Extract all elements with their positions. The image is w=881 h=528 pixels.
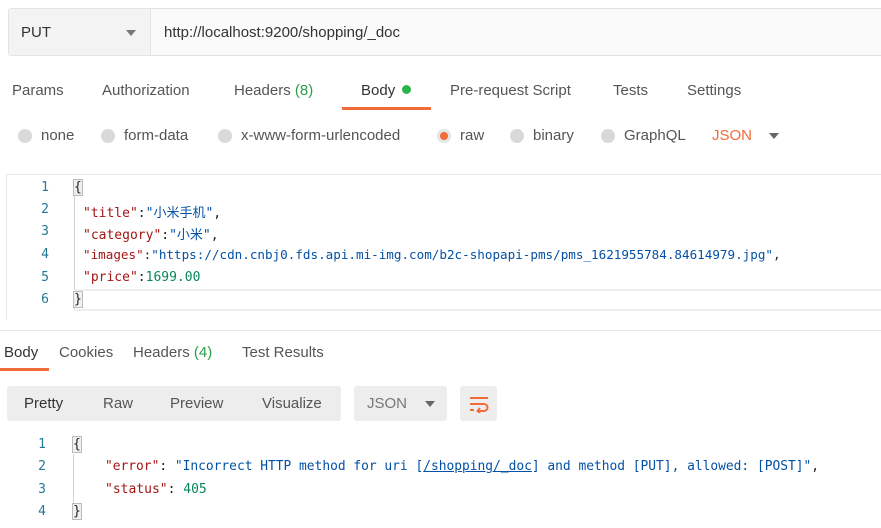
tab-label: Body (361, 82, 396, 99)
radio-icon (218, 128, 232, 143)
line-number: 3 (41, 224, 49, 239)
radio-label: GraphQL (624, 127, 686, 144)
radio-none[interactable]: none (18, 127, 74, 144)
comma: , (210, 228, 219, 243)
line-number: 1 (38, 437, 46, 452)
tab-body[interactable]: Body (361, 82, 412, 99)
wrap-lines-icon (469, 396, 488, 413)
view-preview-button[interactable]: Preview (170, 395, 223, 412)
line-number: 4 (38, 504, 46, 519)
active-tab-indicator (342, 107, 431, 110)
line-number: 2 (38, 459, 46, 474)
radio-icon (18, 128, 32, 143)
response-tab-body[interactable]: Body (4, 344, 38, 361)
close-brace: } (72, 503, 82, 520)
tab-headers[interactable]: Headers (8) (234, 82, 313, 99)
json-key: "status" (105, 482, 168, 497)
code-line: "category":"小米", (83, 228, 219, 243)
radio-binary[interactable]: binary (510, 127, 574, 144)
method-select[interactable]: PUT (8, 8, 150, 56)
radio-raw[interactable]: raw (437, 127, 484, 144)
status-dot-icon (402, 85, 412, 94)
line-number: 5 (41, 270, 49, 285)
url-value: http://localhost:9200/shopping/_doc (164, 23, 401, 41)
view-pretty-button[interactable]: Pretty (24, 395, 63, 412)
json-key: "images" (83, 247, 144, 262)
response-tab-cookies[interactable]: Cookies (59, 344, 113, 361)
radio-selected-icon (437, 128, 451, 143)
tab-tests[interactable]: Tests (613, 82, 648, 99)
body-format-value: JSON (712, 127, 753, 144)
code-line: "images":"https://cdn.cnbj0.fds.api.mi-i… (83, 247, 781, 262)
radio-label: binary (533, 127, 574, 144)
radio-label: x-www-form-urlencoded (241, 127, 401, 144)
code-line: "error": "Incorrect HTTP method for uri … (105, 459, 820, 474)
tab-params[interactable]: Params (12, 82, 64, 99)
url-input[interactable]: http://localhost:9200/shopping/_doc (150, 8, 881, 56)
wrap-lines-button[interactable] (460, 386, 497, 421)
chevron-down-icon (126, 30, 136, 36)
close-brace: } (73, 291, 83, 308)
comma: , (773, 247, 781, 262)
line-number: 2 (41, 202, 49, 217)
view-raw-button[interactable]: Raw (103, 395, 133, 412)
json-key: "price" (83, 270, 138, 285)
body-type-options: none form-data x-www-form-urlencoded raw… (0, 127, 881, 147)
open-brace: { (73, 179, 83, 196)
response-tab-headers[interactable]: Headers (4) (133, 344, 212, 361)
chevron-down-icon (425, 400, 436, 407)
line-number: 4 (41, 247, 49, 262)
radio-icon (101, 128, 115, 143)
json-value: "小米" (169, 228, 211, 243)
json-key: "category" (83, 228, 162, 243)
open-brace: { (72, 436, 82, 453)
body-format-select[interactable]: JSON (712, 127, 780, 144)
tab-authorization[interactable]: Authorization (102, 82, 190, 99)
radio-form-data[interactable]: form-data (101, 127, 188, 144)
json-value: 1699.00 (145, 270, 201, 285)
json-value: 405 (183, 482, 207, 497)
active-tab-indicator (0, 368, 49, 371)
tab-label: Headers (133, 344, 190, 361)
json-value: "小米手机" (145, 206, 214, 221)
tab-pre-request-script[interactable]: Pre-request Script (450, 82, 571, 99)
comma: , (213, 206, 222, 221)
tab-settings[interactable]: Settings (687, 82, 741, 99)
json-key: "title" (83, 206, 138, 221)
divider (0, 330, 881, 331)
headers-count: (4) (193, 344, 213, 361)
radio-label: raw (460, 127, 485, 144)
code-line: "price":1699.00 (83, 270, 201, 285)
line-number: 6 (41, 292, 49, 307)
tab-label: Headers (234, 82, 291, 99)
radio-label: none (41, 127, 75, 144)
chevron-down-icon (769, 132, 780, 139)
line-number: 1 (41, 180, 49, 195)
response-format-select[interactable]: JSON (354, 386, 447, 421)
json-value: "Incorrect HTTP method for uri [ (174, 459, 424, 474)
radio-icon (601, 128, 615, 143)
view-visualize-button[interactable]: Visualize (262, 395, 322, 412)
response-format-value: JSON (367, 395, 408, 412)
code-line: "status": 405 (105, 482, 207, 497)
radio-label: form-data (124, 127, 189, 144)
radio-x-www-form-urlencoded[interactable]: x-www-form-urlencoded (218, 127, 400, 144)
code-line: "title":"小米手机", (83, 206, 222, 221)
line-number: 3 (38, 482, 46, 497)
headers-count: (8) (294, 82, 314, 99)
radio-icon (510, 128, 524, 143)
method-value: PUT (21, 23, 51, 41)
response-body-viewer: 1 2 3 4 { "error": "Incorrect HTTP metho… (0, 436, 881, 526)
response-tab-test-results[interactable]: Test Results (242, 344, 324, 361)
json-value: "https://cdn.cnbj0.fds.api.mi-img.com/b2… (151, 247, 773, 262)
radio-graphql[interactable]: GraphQL (601, 127, 686, 144)
uri-link[interactable]: /shopping/_doc (423, 459, 532, 474)
view-mode-group: Pretty Raw Preview Visualize (7, 386, 341, 421)
json-key: "error" (105, 459, 160, 474)
json-value: ] and method [PUT], allowed: [POST]" (531, 459, 812, 474)
request-body-editor[interactable]: 1 2 3 4 5 6 { "title":"小米手机", "category"… (6, 174, 881, 320)
